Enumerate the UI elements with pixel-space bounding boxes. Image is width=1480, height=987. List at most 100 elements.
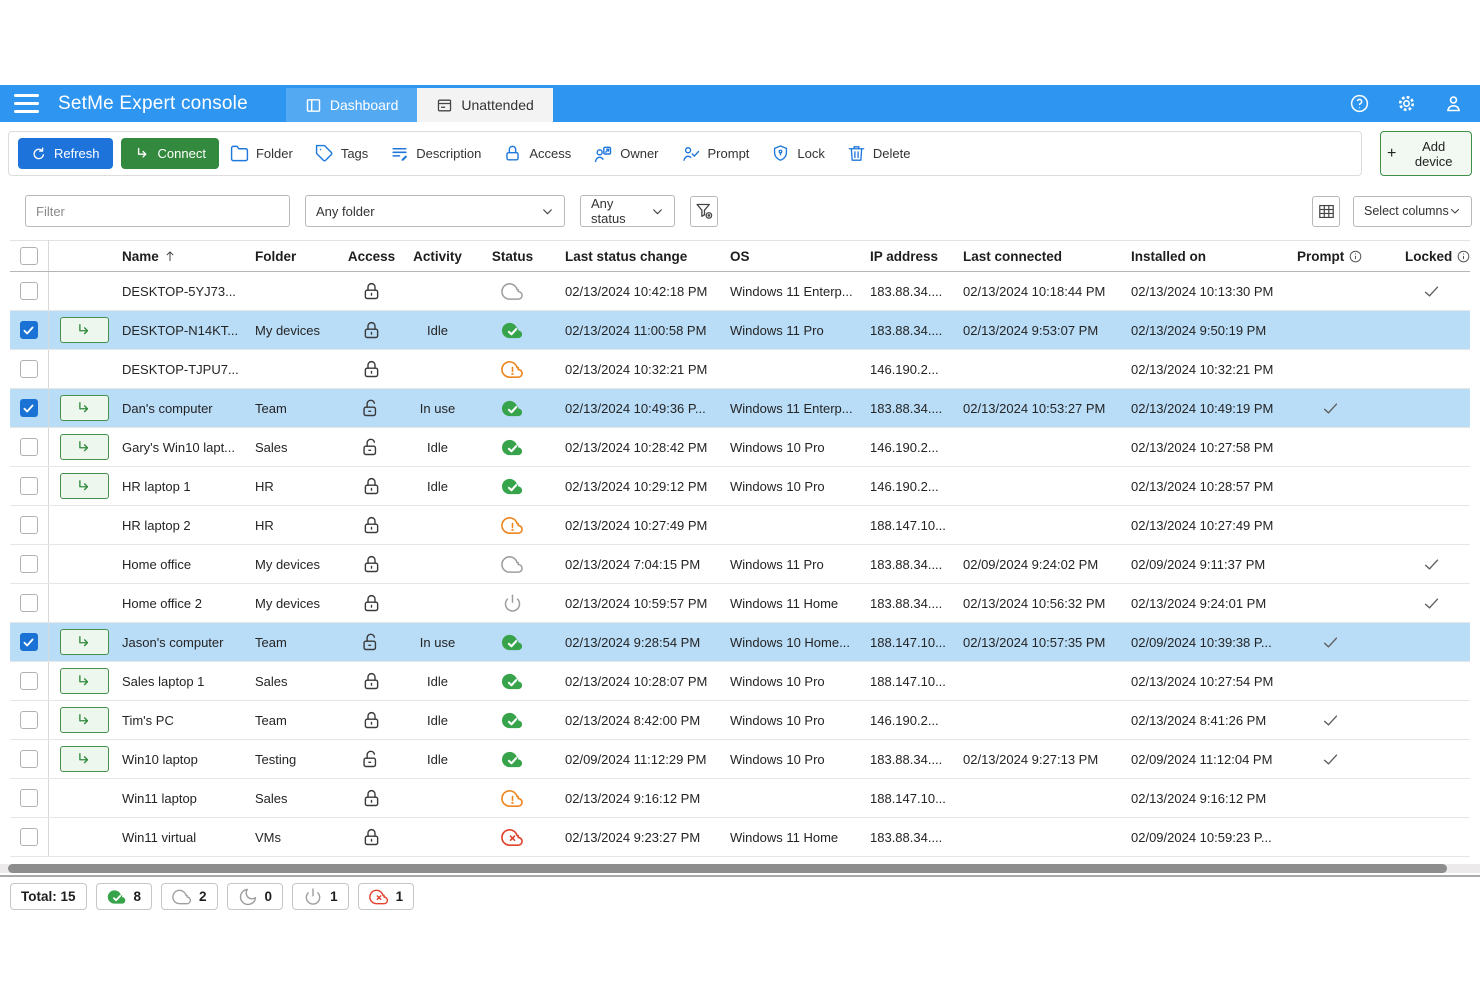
row-connect-button[interactable] [60,707,109,733]
row-checkbox[interactable] [20,555,38,573]
description-button[interactable]: Description [379,144,492,163]
table-row[interactable]: Sales laptop 1SalesIdle02/13/2024 10:28:… [10,662,1470,701]
device-ip: 183.88.34.... [860,311,955,350]
table-row[interactable]: Jason's computerTeamIn use02/13/2024 9:2… [10,623,1470,662]
column-header-access[interactable]: Access [343,241,400,272]
menu-icon[interactable] [14,94,39,113]
table-row[interactable]: Tim's PCTeamIdle02/13/2024 8:42:00 PMWin… [10,701,1470,740]
device-os [720,350,860,389]
installed-on: 02/09/2024 11:12:04 PM [1125,740,1290,779]
row-connect-button[interactable] [60,317,109,343]
table-row[interactable]: Home office 2My devices02/13/2024 10:59:… [10,584,1470,623]
row-checkbox[interactable] [20,789,38,807]
account-icon[interactable] [1443,93,1464,114]
row-checkbox[interactable] [20,633,38,651]
row-checkbox[interactable] [20,594,38,612]
device-os: Windows 10 Pro [720,467,860,506]
device-os: Windows 10 Pro [720,428,860,467]
select-all-checkbox[interactable] [20,247,38,265]
column-view-button[interactable] [1312,196,1340,227]
table-row[interactable]: Home officeMy devices02/13/2024 7:04:15 … [10,545,1470,584]
device-activity [400,350,475,389]
connect-button[interactable]: Connect [121,138,219,169]
row-connect-button[interactable] [60,434,109,460]
status-online-icon [501,475,524,498]
column-header-last-connected[interactable]: Last connected [955,241,1125,272]
column-header-folder[interactable]: Folder [253,241,343,272]
device-os: Windows 11 Pro [720,311,860,350]
column-header-ip[interactable]: IP address [860,241,955,272]
filter-input[interactable] [25,195,290,227]
locked-check-icon [1422,555,1441,574]
table-row[interactable]: HR laptop 2HR02/13/2024 10:27:49 PM188.1… [10,506,1470,545]
row-checkbox[interactable] [20,360,38,378]
owner-button[interactable]: Owner [582,144,669,164]
column-header-os[interactable]: OS [720,241,860,272]
table-row[interactable]: DESKTOP-5YJ73...02/13/2024 10:42:18 PMWi… [10,272,1470,311]
table-row[interactable]: Win11 laptopSales02/13/2024 9:16:12 PM18… [10,779,1470,818]
info-icon[interactable] [1456,249,1471,264]
last-connected: 02/13/2024 10:56:32 PM [955,584,1125,623]
refresh-button[interactable]: Refresh [18,138,113,169]
row-connect-button[interactable] [60,668,109,694]
row-connect-button[interactable] [60,473,109,499]
table-row[interactable]: Gary's Win10 lapt...SalesIdle02/13/2024 … [10,428,1470,467]
access-lock-icon [503,144,522,163]
scrollbar-thumb[interactable] [8,864,1447,873]
row-connect-button[interactable] [60,395,109,421]
info-icon[interactable] [1348,249,1363,264]
table-row[interactable]: Win11 virtualVMs02/13/2024 9:23:27 PMWin… [10,818,1470,857]
folder-button[interactable]: Folder [219,144,304,163]
last-connected [955,701,1125,740]
table-row[interactable]: HR laptop 1HRIdle02/13/2024 10:29:12 PMW… [10,467,1470,506]
column-header-installed-on[interactable]: Installed on [1125,241,1290,272]
row-checkbox[interactable] [20,672,38,690]
status-select[interactable]: Any status [580,195,675,227]
row-checkbox[interactable] [20,399,38,417]
column-header-name[interactable]: Name [122,249,159,264]
lock-closed-icon [361,359,382,380]
column-header-prompt[interactable]: Prompt [1297,249,1344,264]
table-row[interactable]: Dan's computerTeamIn use02/13/2024 10:49… [10,389,1470,428]
clear-filters-button[interactable] [690,196,718,227]
table-row[interactable]: DESKTOP-TJPU7...02/13/2024 10:32:21 PM14… [10,350,1470,389]
column-header-last-status-change[interactable]: Last status change [550,241,720,272]
access-button[interactable]: Access [492,144,582,163]
row-checkbox[interactable] [20,438,38,456]
tab-bar: Dashboard Unattended [286,88,553,122]
connect-arrow-icon [75,477,93,495]
column-header-activity[interactable]: Activity [400,241,475,272]
tags-button[interactable]: Tags [304,144,379,163]
row-checkbox[interactable] [20,477,38,495]
row-checkbox[interactable] [20,516,38,534]
lock-button[interactable]: Lock [760,144,835,163]
device-os: Windows 10 Pro [720,740,860,779]
row-checkbox[interactable] [20,321,38,339]
settings-icon[interactable] [1396,93,1417,114]
lock-closed-icon [361,554,382,575]
delete-button[interactable]: Delete [836,144,922,163]
tab-unattended[interactable]: Unattended [417,88,552,122]
row-connect-button[interactable] [60,629,109,655]
column-header-status[interactable]: Status [475,241,550,272]
add-device-button[interactable]: + Add device [1380,131,1472,176]
row-checkbox[interactable] [20,282,38,300]
help-icon[interactable] [1349,93,1370,114]
prompt-button[interactable]: Prompt [670,144,761,164]
plus-icon: + [1387,146,1396,162]
table-row[interactable]: Win10 laptopTestingIdle02/09/2024 11:12:… [10,740,1470,779]
tab-dashboard[interactable]: Dashboard [286,88,418,122]
device-activity: Idle [400,662,475,701]
row-checkbox[interactable] [20,750,38,768]
folder-select[interactable]: Any folder [305,195,565,227]
row-checkbox[interactable] [20,828,38,846]
row-connect-button[interactable] [60,746,109,772]
row-checkbox[interactable] [20,711,38,729]
last-status-change: 02/13/2024 9:28:54 PM [550,623,720,662]
last-connected [955,428,1125,467]
table-row[interactable]: DESKTOP-N14KT...My devicesIdle02/13/2024… [10,311,1470,350]
select-columns-dropdown[interactable]: Select columns [1353,196,1472,227]
last-status-change: 02/13/2024 10:49:36 P... [550,389,720,428]
locked-check-icon [1422,594,1441,613]
column-header-locked[interactable]: Locked [1405,249,1452,264]
